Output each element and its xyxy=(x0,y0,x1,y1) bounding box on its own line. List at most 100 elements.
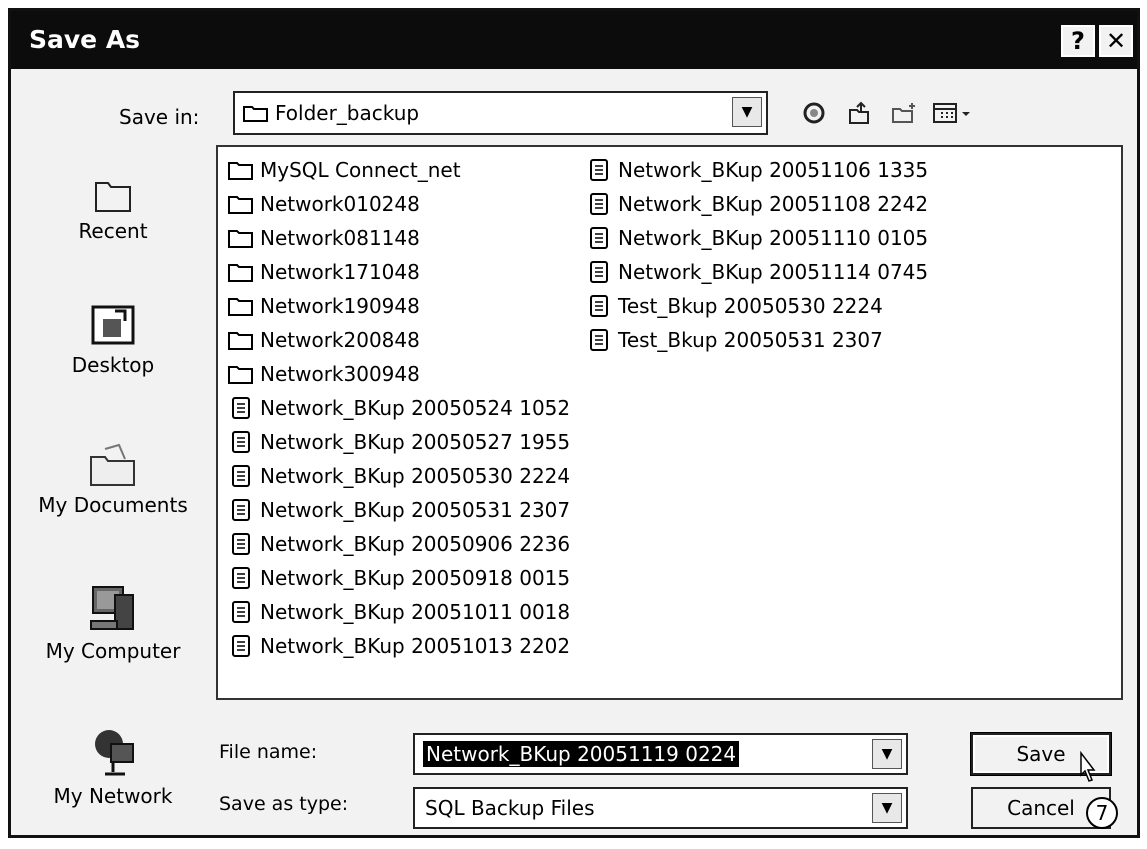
file-item[interactable]: Test_Bkup 20050531 2307 xyxy=(586,323,928,357)
save-in-value: Folder_backup xyxy=(275,101,420,125)
folder-item[interactable]: Network200848 xyxy=(228,323,570,357)
file-item[interactable]: Network_BKup 20051110 0105 xyxy=(586,221,928,255)
item-name: Network081148 xyxy=(260,226,420,250)
place-my-computer[interactable]: My Computer xyxy=(25,581,201,663)
save-in-dropdown[interactable]: Folder_backup ▼ xyxy=(233,91,768,135)
item-name: Network_BKup 20051013 2202 xyxy=(260,634,571,658)
save-as-type-value: SQL Backup Files xyxy=(425,796,595,820)
folder-item[interactable]: Network300948 xyxy=(228,357,570,391)
file-name-label: File name: xyxy=(219,741,318,763)
help-button[interactable]: ? xyxy=(1061,25,1095,57)
document-icon xyxy=(232,601,250,623)
file-name-value: Network_BKup 20051119 0224 xyxy=(423,741,740,767)
item-name: Network_BKup 20051106 1335 xyxy=(618,158,929,182)
document-icon xyxy=(590,295,608,317)
file-column-2: Network_BKup 20051106 1335 Network_BKup 2… xyxy=(586,153,928,357)
file-item[interactable]: Network_BKup 20050527 1955 xyxy=(228,425,570,459)
place-label: My Network xyxy=(53,784,173,808)
back-icon[interactable] xyxy=(796,95,832,131)
item-name: Network_BKup 20050530 2224 xyxy=(260,464,571,488)
item-name: MySQL Connect_net xyxy=(260,158,461,182)
folder-item[interactable]: MySQL Connect_net xyxy=(228,153,570,187)
item-name: Network010248 xyxy=(260,192,420,216)
folder-icon xyxy=(228,196,253,214)
save-as-type-dropdown[interactable]: SQL Backup Files ▼ xyxy=(413,787,908,829)
document-icon xyxy=(232,397,250,419)
view-menu-icon[interactable] xyxy=(929,95,981,131)
item-name: Network200848 xyxy=(260,328,420,352)
up-folder-icon[interactable] xyxy=(841,95,877,131)
file-item[interactable]: Network_BKup 20050531 2307 xyxy=(228,493,570,527)
file-item[interactable]: Network_BKup 20050530 2224 xyxy=(228,459,570,493)
file-name-input[interactable]: Network_BKup 20051119 0224 ▼ xyxy=(413,733,908,775)
item-name: Test_Bkup 20050530 2224 xyxy=(618,294,883,318)
close-button[interactable]: ✕ xyxy=(1099,25,1133,57)
file-item[interactable]: Network_BKup 20051114 0745 xyxy=(586,255,928,289)
document-icon xyxy=(590,261,608,283)
item-name: Network300948 xyxy=(260,362,420,386)
folder-icon xyxy=(228,230,253,248)
chevron-down-icon[interactable]: ▼ xyxy=(872,739,902,769)
file-item[interactable]: Test_Bkup 20050530 2224 xyxy=(586,289,928,323)
mouse-pointer-icon xyxy=(1080,751,1096,782)
my-computer-icon xyxy=(90,586,134,630)
item-name: Network_BKup 20051108 2242 xyxy=(618,192,929,216)
file-item[interactable]: Network_BKup 20051108 2242 xyxy=(586,187,928,221)
file-item[interactable]: Network_BKup 20051013 2202 xyxy=(228,629,570,663)
folder-item[interactable]: Network081148 xyxy=(228,221,570,255)
folder-icon xyxy=(228,298,253,316)
folder-icon xyxy=(228,332,253,350)
desktop-icon xyxy=(91,305,135,345)
document-icon xyxy=(232,635,250,657)
place-label: Desktop xyxy=(71,353,155,377)
folder-item[interactable]: Network010248 xyxy=(228,187,570,221)
file-column-1: MySQL Connect_net Network010248 Network081… xyxy=(228,153,570,663)
document-icon xyxy=(590,227,608,249)
place-my-network[interactable]: My Network xyxy=(25,726,201,808)
file-list[interactable]: MySQL Connect_net Network010248 Network081… xyxy=(216,145,1123,700)
document-icon xyxy=(232,567,250,589)
folder-icon xyxy=(228,366,253,384)
file-item[interactable]: Network_BKup 20050524 1052 xyxy=(228,391,570,425)
document-icon xyxy=(232,465,250,487)
item-name: Test_Bkup 20050531 2307 xyxy=(618,328,883,352)
title-bar: Save As ? ✕ xyxy=(11,11,1137,69)
place-label: Recent xyxy=(78,219,148,243)
save-in-label: Save in: xyxy=(119,105,200,129)
item-name: Network190948 xyxy=(260,294,420,318)
document-icon xyxy=(232,533,250,555)
new-folder-icon[interactable] xyxy=(886,95,922,131)
places-bar: Recent Desktop My Documents My Computer … xyxy=(25,141,201,831)
step-badge: 7 xyxy=(1086,797,1118,829)
place-recent[interactable]: Recent xyxy=(25,171,201,243)
chevron-down-icon[interactable]: ▼ xyxy=(732,97,762,127)
file-item[interactable]: Network_BKup 20050906 2236 xyxy=(228,527,570,561)
save-as-type-label: Save as type: xyxy=(219,793,349,815)
item-name: Network_BKup 20050906 2236 xyxy=(260,532,571,556)
place-desktop[interactable]: Desktop xyxy=(25,301,201,377)
save-as-dialog: Save As ? ✕ Save in: Folder_backup ▼ Rec… xyxy=(8,8,1140,838)
file-item[interactable]: Network_BKup 20051011 0018 xyxy=(228,595,570,629)
folder-item[interactable]: Network190948 xyxy=(228,289,570,323)
document-icon xyxy=(232,499,250,521)
recent-icon xyxy=(95,182,131,212)
place-label: My Documents xyxy=(38,493,188,517)
folder-icon xyxy=(228,264,253,282)
item-name: Network_BKup 20050527 1955 xyxy=(260,430,571,454)
dialog-title: Save As xyxy=(29,25,141,54)
chevron-down-icon[interactable]: ▼ xyxy=(872,793,902,823)
document-icon xyxy=(590,159,608,181)
folder-item[interactable]: Network171048 xyxy=(228,255,570,289)
folder-icon xyxy=(243,106,268,122)
item-name: Network_BKup 20051114 0745 xyxy=(618,260,929,284)
item-name: Network_BKup 20051110 0105 xyxy=(618,226,929,250)
folder-icon xyxy=(228,162,253,180)
document-icon xyxy=(590,193,608,215)
file-item[interactable]: Network_BKup 20051106 1335 xyxy=(586,153,928,187)
document-icon xyxy=(590,329,608,351)
file-item[interactable]: Network_BKup 20050918 0015 xyxy=(228,561,570,595)
place-my-documents[interactable]: My Documents xyxy=(25,441,201,517)
item-name: Network_BKup 20050524 1052 xyxy=(260,396,571,420)
my-network-icon xyxy=(95,730,134,776)
place-label: My Computer xyxy=(45,639,181,663)
